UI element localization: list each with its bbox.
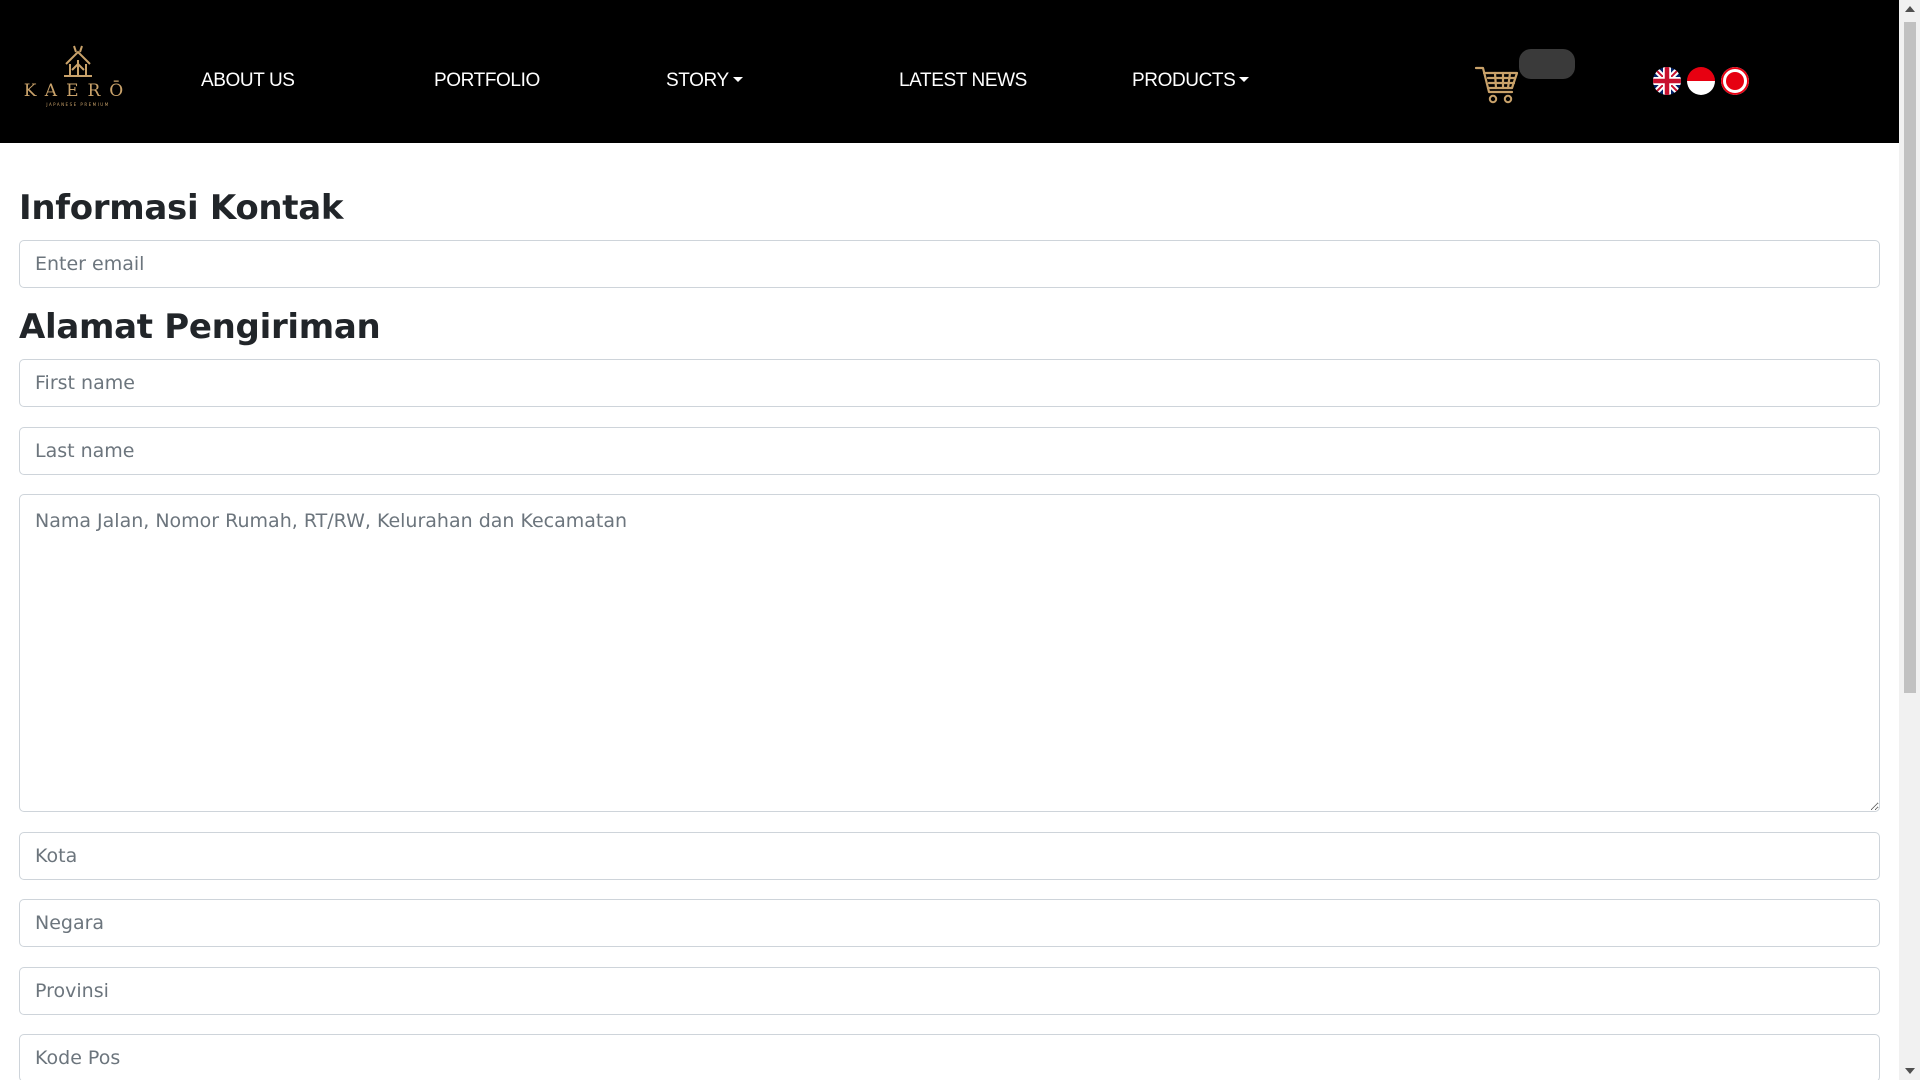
nav-story-label: STORY [666,70,729,91]
nav-latest-news[interactable]: LATEST NEWS [899,70,1027,92]
postal-code-input[interactable] [19,1034,1880,1080]
indonesia-flag-icon [1687,67,1715,95]
language-japan-button[interactable] [1721,67,1749,95]
first-name-input[interactable] [19,359,1880,407]
language-english-button[interactable] [1653,67,1681,95]
nav-latest-news-label: LATEST NEWS [899,70,1027,91]
cart-count-badge [1519,49,1575,79]
nav-about-us-label: ABOUT US [201,70,295,91]
logo-mark-icon: KAERŌ JAPANESE PREMIUM [24,45,132,107]
english-flag-icon [1653,67,1681,95]
caret-down-icon [1239,77,1250,82]
province-input[interactable] [19,967,1880,1015]
caret-down-icon [732,77,743,82]
scroll-up-arrow-icon[interactable] [1905,6,1915,12]
city-input[interactable] [19,832,1880,880]
nav-story-dropdown[interactable]: STORY [666,70,743,92]
street-address-textarea[interactable] [19,494,1880,812]
page-scrollbar[interactable] [1899,0,1920,1080]
country-input[interactable] [19,899,1880,947]
nav-products-dropdown[interactable]: PRODUCTS [1132,70,1250,92]
japan-flag-icon [1721,67,1749,95]
nav-portfolio-label: PORTFOLIO [434,70,540,91]
shipping-address-heading: Alamat Pengiriman [19,307,381,347]
cart-button[interactable] [1474,62,1520,106]
svg-text:JAPANESE PREMIUM: JAPANESE PREMIUM [45,102,109,107]
cart-icon [1474,66,1519,104]
top-navbar: KAERŌ JAPANESE PREMIUM ABOUT US PORTFOLI… [0,0,1899,143]
svg-text:KAERŌ: KAERŌ [24,80,132,101]
language-indonesia-button[interactable] [1687,67,1715,95]
scrollbar-thumb[interactable] [1904,22,1916,693]
nav-portfolio[interactable]: PORTFOLIO [434,70,540,92]
scroll-down-arrow-icon[interactable] [1905,1068,1915,1074]
contact-info-heading: Informasi Kontak [19,188,344,228]
kaero-logo[interactable]: KAERŌ JAPANESE PREMIUM [24,40,132,110]
last-name-input[interactable] [19,427,1880,475]
nav-about-us[interactable]: ABOUT US [201,70,295,92]
email-input[interactable] [19,240,1880,288]
nav-products-label: PRODUCTS [1132,70,1236,91]
